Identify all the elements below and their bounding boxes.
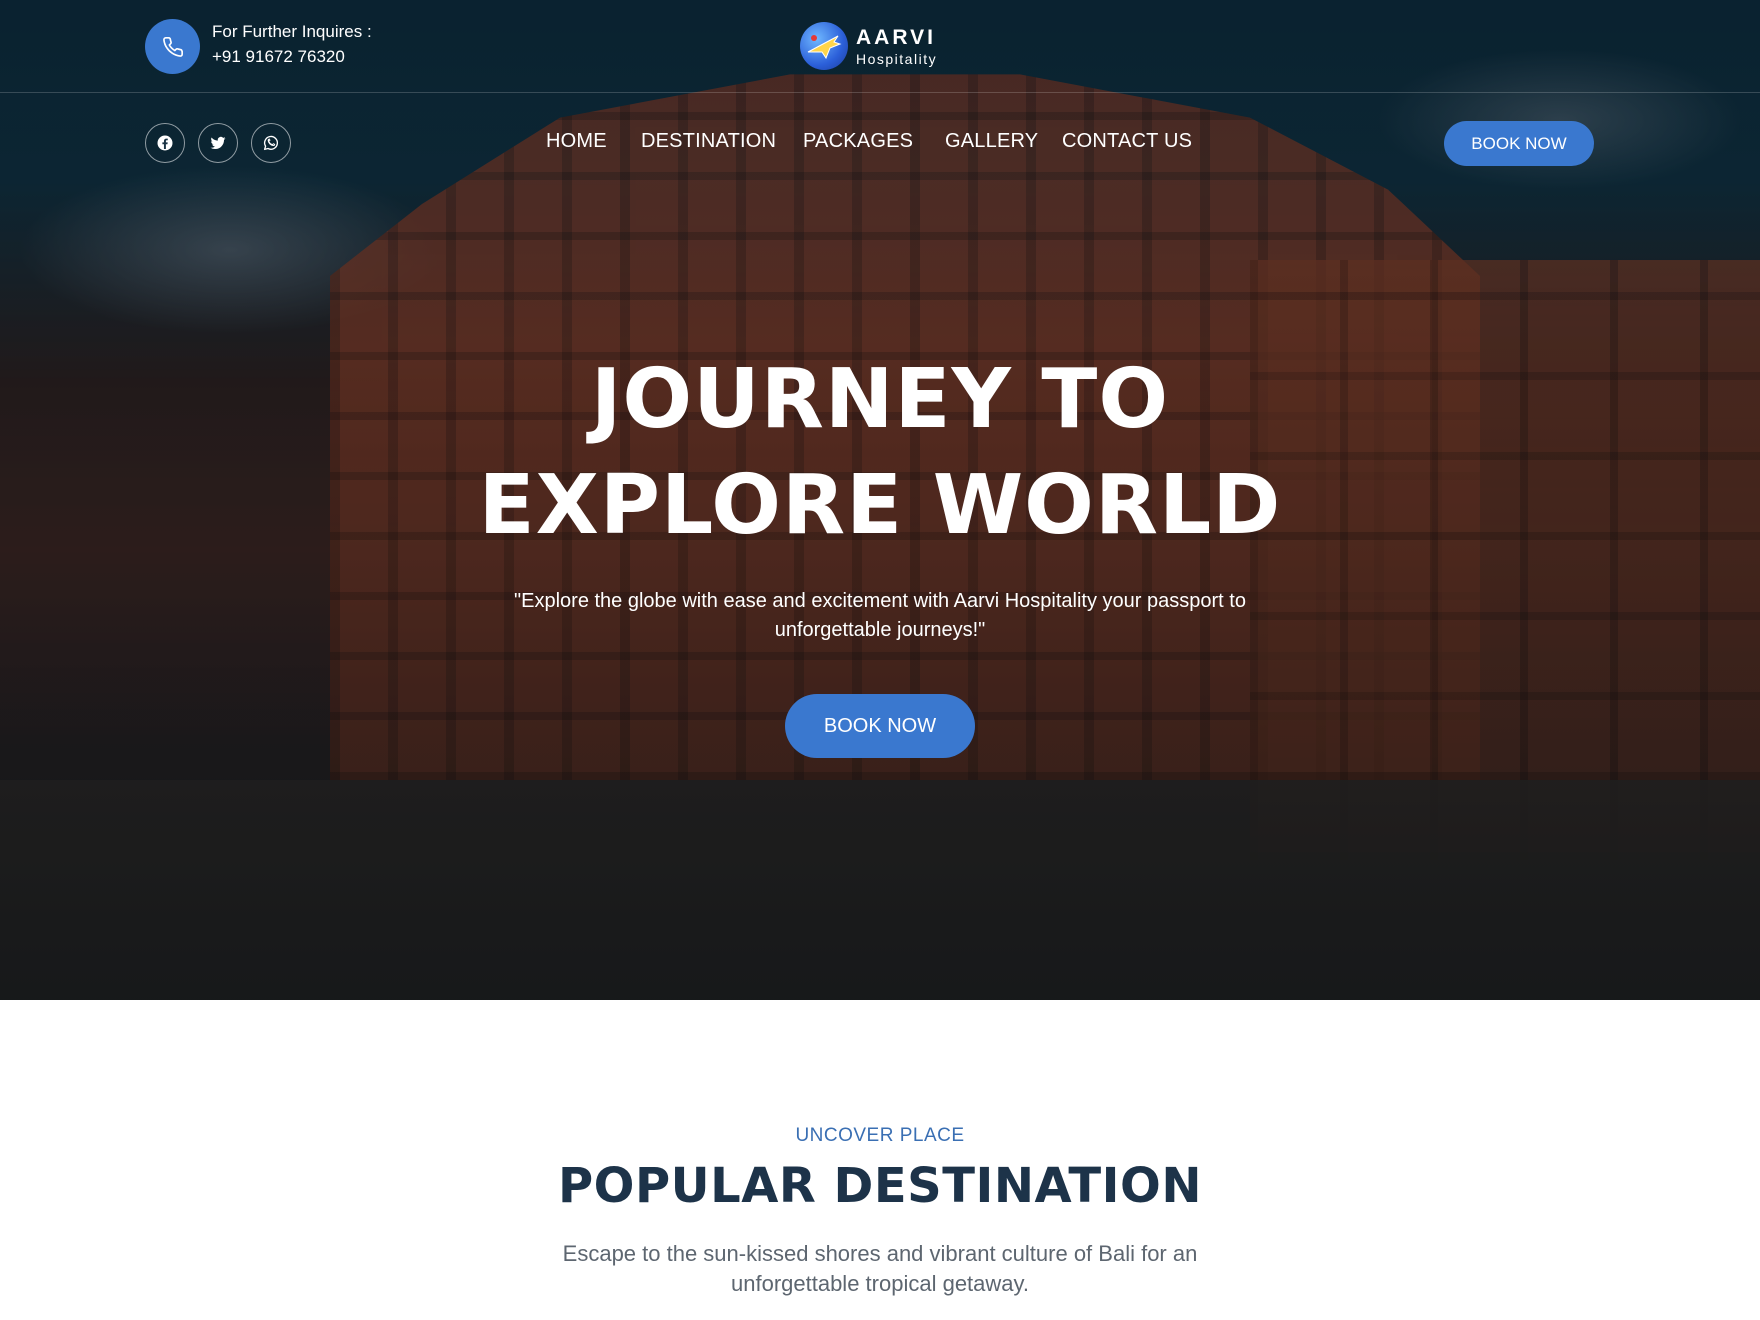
twitter-link[interactable] <box>198 123 238 163</box>
book-now-header-button[interactable]: BOOK NOW <box>1444 121 1594 166</box>
phone-button[interactable] <box>145 19 200 74</box>
phone-number[interactable]: +91 91672 76320 <box>212 47 345 67</box>
section-title: POPULAR DESTINATION <box>557 1158 1203 1214</box>
hero-title-line-1: JOURNEY TO <box>590 352 1170 447</box>
nav-gallery[interactable]: GALLERY <box>945 130 1038 153</box>
whatsapp-link[interactable] <box>251 123 291 163</box>
brand-logo[interactable]: AARVI Hospitality <box>800 20 950 72</box>
section-description: Escape to the sun-kissed shores and vibr… <box>562 1241 1198 1296</box>
facebook-icon <box>157 135 173 151</box>
section-eyebrow: UNCOVER PLACE <box>795 1125 965 1146</box>
book-now-hero-button[interactable]: BOOK NOW <box>785 694 975 758</box>
nav-home[interactable]: HOME <box>546 130 607 153</box>
hero-title-line-2: EXPLORE WORLD <box>478 458 1282 553</box>
logo-subtitle: Hospitality <box>856 50 938 67</box>
nav-packages[interactable]: PACKAGES <box>803 130 913 153</box>
whatsapp-icon <box>263 135 278 151</box>
inquire-label: For Further Inquires : <box>212 22 372 41</box>
header-divider <box>0 92 1760 93</box>
nav-contact-us[interactable]: CONTACT US <box>1062 130 1192 153</box>
logo-name: AARVI <box>856 25 936 49</box>
facebook-link[interactable] <box>145 123 185 163</box>
globe-plane-icon <box>800 22 848 70</box>
hero-subtitle: "Explore the globe with ease and excitem… <box>514 590 1246 641</box>
hero-banner: For Further Inquires : +91 91672 76320 A… <box>0 0 1760 1000</box>
nav-destination[interactable]: DESTINATION <box>641 130 776 153</box>
twitter-icon <box>210 136 226 150</box>
phone-icon <box>162 36 183 57</box>
